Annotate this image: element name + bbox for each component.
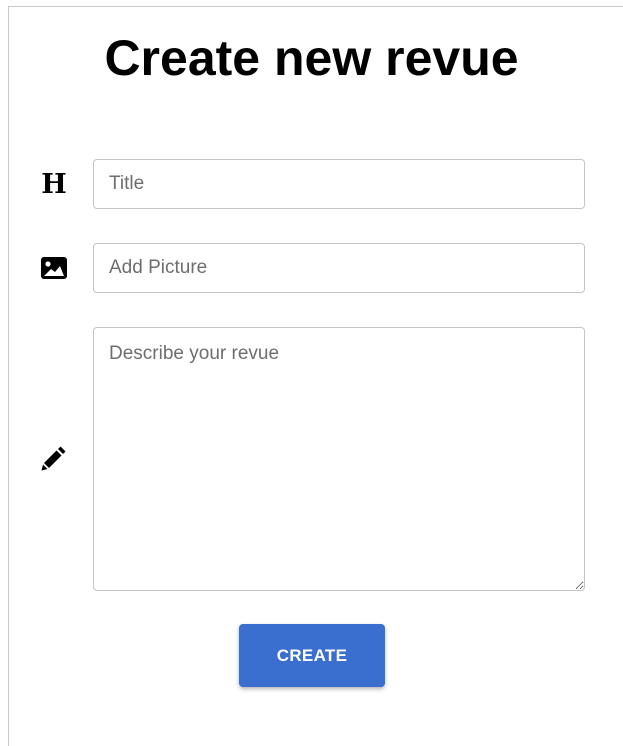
description-textarea[interactable]: [93, 327, 585, 591]
image-icon: [38, 252, 70, 284]
pencil-icon: [38, 442, 70, 474]
page-title: Create new revue: [104, 30, 519, 86]
add-picture-input[interactable]: [93, 243, 585, 293]
create-button[interactable]: CREATE: [239, 624, 385, 687]
title-input[interactable]: [93, 159, 585, 209]
heading-icon: H: [38, 168, 70, 200]
heading-icon-glyph: H: [41, 168, 67, 200]
